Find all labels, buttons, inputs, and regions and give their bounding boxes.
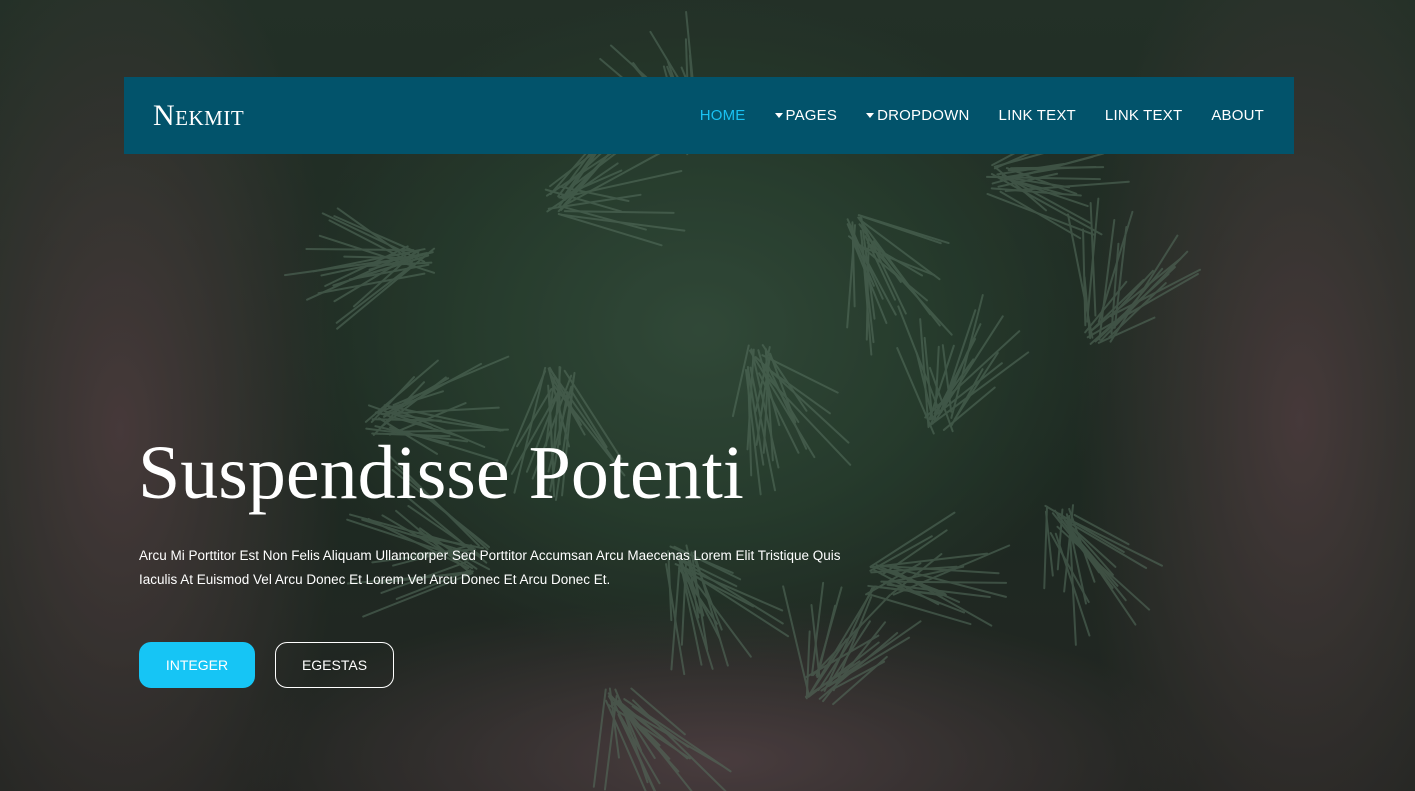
nav-menu: HOME PAGES DROPDOWN LINK TEXT LINK TEXT … [671,77,1264,154]
nav-item-dropdown: DROPDOWN [866,107,969,124]
nav-link-pages[interactable]: PAGES [774,107,838,124]
nav-label: DROPDOWN [877,107,970,124]
nav-label: LINK TEXT [998,107,1076,124]
nav-link-about[interactable]: ABOUT [1211,107,1264,124]
nav-item-about: ABOUT [1211,107,1264,124]
caret-down-icon [866,113,875,118]
nav-link-link-text-1[interactable]: LINK TEXT [999,107,1076,124]
hero-description: Arcu Mi Porttitor Est Non Felis Aliquam … [139,548,841,587]
nav-label: PAGES [785,107,838,124]
nav-item-link-text-2: LINK TEXT [1105,107,1182,124]
navbar: Nekmit HOME PAGES DROPDOWN LINK TEXT LIN… [124,77,1294,154]
nav-link-dropdown[interactable]: DROPDOWN [866,107,969,124]
caret-down-icon [774,113,783,118]
nav-link-home[interactable]: HOME [700,107,746,124]
nav-item-link-text-1: LINK TEXT [999,107,1076,124]
nav-link-link-text-2[interactable]: LINK TEXT [1105,107,1182,124]
nav-label: HOME [699,107,746,124]
integer-button[interactable]: INTEGER [139,642,255,688]
nav-label: LINK TEXT [1104,107,1183,124]
hero-title: Suspendisse Potenti [138,431,744,515]
egestas-button[interactable]: EGESTAS [275,642,394,688]
nav-item-home: HOME [700,107,746,124]
nav-label: ABOUT [1211,107,1264,124]
brand-logo[interactable]: Nekmit [153,99,244,133]
nav-item-pages: PAGES [774,107,838,124]
